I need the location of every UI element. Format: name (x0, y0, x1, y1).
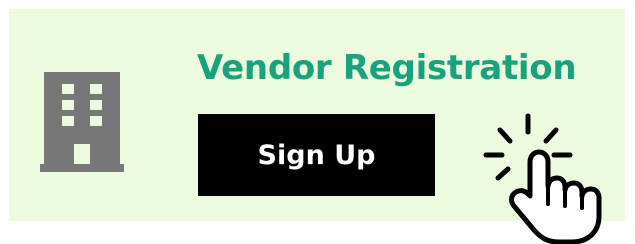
building-icon (40, 72, 124, 172)
page: Vendor Registration Sign Up (0, 0, 635, 244)
page-title: Vendor Registration (197, 48, 577, 88)
sign-up-button[interactable]: Sign Up (198, 114, 435, 196)
hand-pointer-click-icon (483, 113, 602, 244)
